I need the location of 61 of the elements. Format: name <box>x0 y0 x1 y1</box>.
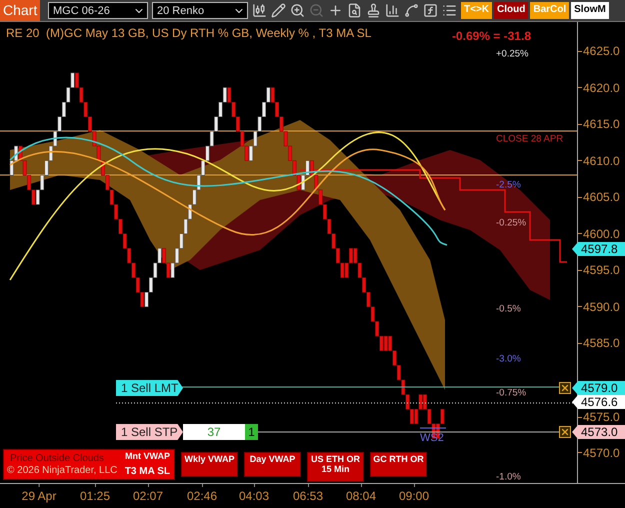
change-readout: -0.69% = -31.8 <box>452 29 531 43</box>
indicator-button[interactable]: US ETH OR 15 Min <box>307 452 364 482</box>
watermark-text: Price Outside Clouds <box>10 453 104 464</box>
price-tick: 4590.0 <box>578 300 620 314</box>
time-tick: 08:04 <box>346 484 376 504</box>
level-label: -0.75% <box>496 388 526 398</box>
price-tag: 4576.6 <box>572 395 625 409</box>
level-label: -0.5% <box>496 304 521 314</box>
price-tick: 4595.0 <box>578 263 620 277</box>
pencil-icon[interactable] <box>271 3 286 18</box>
level-label: CLOSE 28 APR <box>496 134 564 144</box>
time-tick: 06:53 <box>292 484 324 504</box>
time-tick: 09:00 <box>398 484 430 504</box>
price-tick: 4575.0 <box>578 410 620 424</box>
price-tick: 4600.0 <box>578 226 620 240</box>
level-label: +0.25% <box>496 48 528 60</box>
chart-title: RE 20 (M)GC May 13 GB, US Dy RTH % GB, Weekly % , T3 MA SL <box>6 26 372 40</box>
close-icon[interactable] <box>559 426 571 438</box>
order-label[interactable]: 1 Sell LMT <box>116 380 183 396</box>
chart-tab[interactable]: Chart <box>0 0 40 21</box>
list-icon[interactable] <box>442 3 457 18</box>
line-chart-icon[interactable] <box>404 3 419 18</box>
time-tick: 01:25 <box>80 484 110 504</box>
level-label: -3.0% <box>496 354 521 364</box>
bar-type-dropdown[interactable]: 20 Renko <box>152 2 248 19</box>
time-tick: 29 Apr <box>22 484 56 504</box>
indicator-button[interactable]: GC RTH OR <box>370 452 427 477</box>
level-label: -1.0% <box>496 472 521 482</box>
order-label[interactable]: 1 Sell STP <box>116 424 183 440</box>
price-tick: 4610.0 <box>578 154 620 168</box>
price-tick: 4570.0 <box>578 446 620 460</box>
crosshair-icon[interactable] <box>328 3 343 18</box>
time-tick: 02:46 <box>186 484 218 504</box>
bar-chart-icon[interactable] <box>385 3 400 18</box>
level-label: -2.5% <box>496 180 521 190</box>
stamp-icon[interactable] <box>366 3 381 18</box>
order-count[interactable]: 1 <box>245 424 258 440</box>
price-tick: 4615.0 <box>578 117 620 131</box>
function-icon[interactable] <box>423 3 438 18</box>
price-tick: 4620.0 <box>578 80 620 94</box>
indicator-button[interactable]: Wkly VWAP <box>181 452 238 477</box>
price-tick: 4605.0 <box>578 190 620 204</box>
level-label: -0.25% <box>496 218 526 228</box>
indicator-toggle[interactable]: SlowM <box>571 2 609 19</box>
price-tag: 4597.8 <box>572 242 625 256</box>
price-tag: 4579.0 <box>572 381 625 395</box>
price-tick: 4585.0 <box>578 336 620 350</box>
price-tick: 4625.0 <box>578 44 620 58</box>
instrument-dropdown[interactable]: MGC 06-26 <box>48 2 148 19</box>
pivot-label: WS2 <box>420 432 444 444</box>
time-tick: 02:07 <box>132 484 164 504</box>
indicator-toggle[interactable]: Cloud <box>494 2 528 19</box>
document-search-icon[interactable] <box>347 3 362 18</box>
watermark-text: © 2026 NinjaTrader, LLC <box>7 465 118 476</box>
candlestick-icon[interactable] <box>252 3 267 18</box>
time-tick: 04:03 <box>238 484 270 504</box>
zoom-in-icon[interactable] <box>290 3 305 18</box>
quantity-field[interactable]: 37 <box>183 424 245 440</box>
price-tag: 4573.0 <box>572 425 625 439</box>
indicator-button[interactable]: Day VWAP <box>244 452 301 477</box>
close-icon[interactable] <box>559 382 571 394</box>
